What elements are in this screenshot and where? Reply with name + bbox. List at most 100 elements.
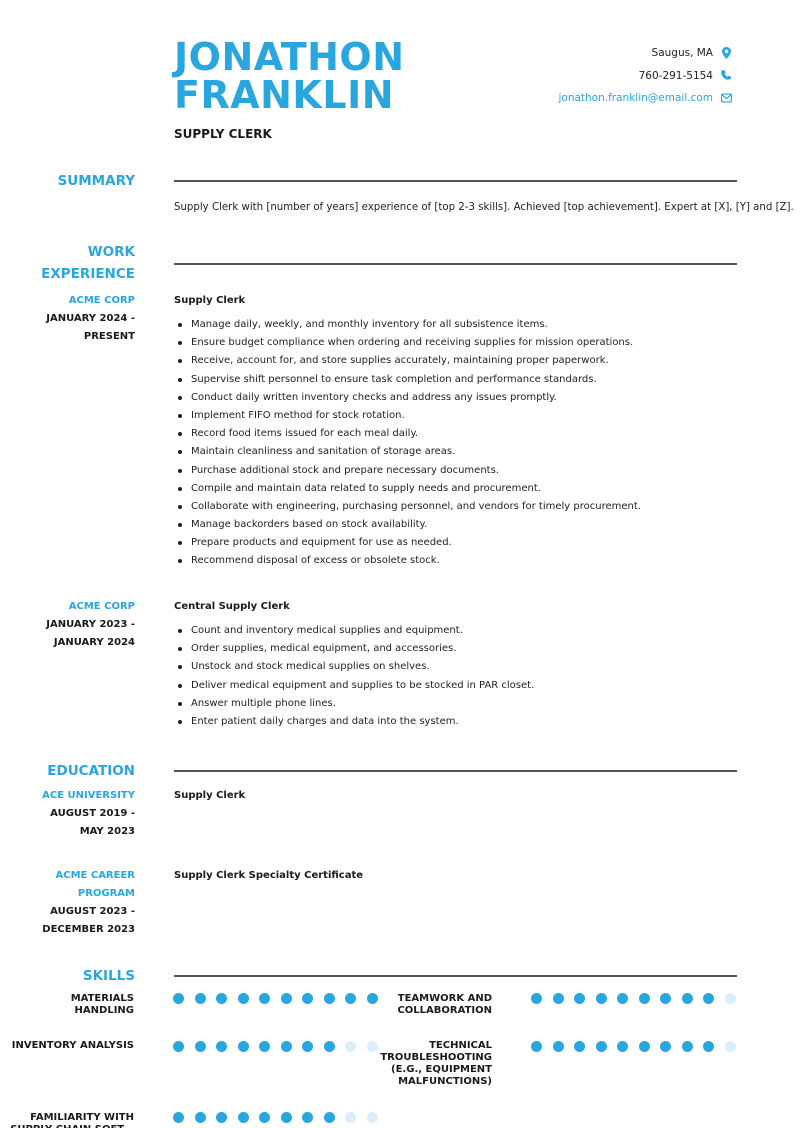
skill-rating [531,993,746,1004]
last-name: FRANKLIN [174,73,395,117]
education-dates: MAY 2023 [79,826,135,837]
skill-dot-filled [617,1041,628,1052]
skill-dot-filled [531,993,542,1004]
phone-icon [721,70,732,82]
skill-label-line: MATERIALS [70,993,134,1004]
skill-dot-filled [259,993,270,1004]
skill-dot-filled [216,993,227,1004]
bullet-item: Implement FIFO method for stock rotation… [174,409,641,427]
skill-dot-filled [302,993,313,1004]
skill-dot-filled [237,1112,249,1123]
section-divider [174,975,737,977]
skill-dot-filled [194,993,206,1004]
bullet-item: Ensure budget compliance when ordering a… [174,336,641,354]
skill-dot-filled [173,1112,184,1123]
skill-label-line: INVENTORY ANALYSIS [11,1040,134,1051]
contact-phone: 760-291-5154 [558,65,732,88]
skill-label-line: HANDLING [74,1005,134,1016]
company-name: ACME CORP [68,601,135,612]
skill-dot-filled [194,1041,206,1052]
section-title-education: EDUCATION [47,763,135,779]
contact-email[interactable]: jonathon.franklin@email.com [558,87,732,110]
skill-dot-filled [595,1041,607,1052]
skill-dot-filled [280,1041,292,1052]
bullet-item: Order supplies, medical equipment, and a… [174,642,534,660]
bullet-item: Conduct daily written inventory checks a… [174,391,641,409]
job-dates: JANUARY 2023 - [46,619,135,630]
bullet-item: Purchase additional stock and prepare ne… [174,464,641,482]
skill-dot-filled [595,993,607,1004]
skill-dot-filled [703,1041,714,1052]
skill-dot-filled [681,1041,693,1052]
skill-dot-filled [660,1041,671,1052]
skill-dot-filled [574,993,585,1004]
skill-dot-filled [323,1041,335,1052]
first-name: JONATHON [174,35,405,79]
envelope-icon [721,92,732,104]
job-dates: JANUARY 2024 [53,637,135,648]
skill-label: TEAMWORK AND COLLABORATION [397,993,492,1017]
section-title-work-experience: WORK EXPERIENCE [41,241,135,285]
section-divider [174,263,737,265]
summary-text: Supply Clerk with [number of years] expe… [174,202,794,213]
skill-dot-filled [259,1112,270,1123]
skill-dot-filled [531,1041,542,1052]
location-text: Saugus, MA [651,47,713,60]
skill-dot-empty [724,993,736,1004]
school-name: PROGRAM [77,888,135,899]
skill-label: TECHNICAL TROUBLESHOOTING (E.G., EQUIPMENT… [380,1040,492,1088]
skill-dot-filled [638,993,650,1004]
skill-dot-filled [323,993,335,1004]
skill-label: INVENTORY ANALYSIS [12,1040,134,1052]
section-divider [174,770,737,772]
bullet-item: Answer multiple phone lines. [174,697,534,715]
skill-dot-filled [552,1041,564,1052]
skill-dot-filled [259,1041,270,1052]
skill-dot-empty [345,1112,356,1123]
skill-dot-empty [724,1041,736,1052]
contact-location: Saugus, MA [558,42,732,65]
skill-dot-filled [216,1112,227,1123]
skill-dot-filled [237,1041,249,1052]
skill-dot-filled [194,1112,206,1123]
skill-dot-filled [173,993,184,1004]
skill-dot-empty [366,1112,378,1123]
skill-label-line: TEAMWORK AND [397,993,492,1004]
bullet-item: Recommend disposal of excess or obsolete… [174,554,641,572]
education-2-meta: ACME CAREER PROGRAM AUGUST 2023 - DECEMB… [42,867,135,939]
skill-dot-filled [237,993,249,1004]
section-title-line: WORK [87,244,135,260]
skill-rating [173,993,388,1004]
company-name: ACME CORP [68,295,135,306]
job-1-meta: ACME CORP JANUARY 2024 - PRESENT [46,292,135,346]
bullet-item: Enter patient daily charges and data int… [174,715,534,733]
skill-dot-filled [302,1112,313,1123]
job-role: Central Supply Clerk [174,601,290,612]
skill-dot-filled [703,993,714,1004]
bullet-item: Unstock and stock medical supplies on sh… [174,660,534,678]
skill-dot-filled [617,993,628,1004]
contact-block: Saugus, MA 760-291-5154 jonathon.frankli… [558,42,732,110]
skill-label-line: TROUBLESHOOTING [380,1052,492,1063]
skill-label-line: FAMILIARITY WITH [30,1112,134,1123]
skill-label-line: COLLABORATION [397,1005,492,1016]
skill-label: MATERIALS HANDLING [71,993,134,1017]
skill-dot-filled [552,993,564,1004]
section-title-skills: SKILLS [82,968,135,984]
skill-dot-filled [574,1041,585,1052]
skill-dot-empty [366,1041,378,1052]
education-dates: DECEMBER 2023 [42,924,135,935]
bullet-item: Collaborate with engineering, purchasing… [174,500,641,518]
education-dates: AUGUST 2023 - [50,906,135,917]
bullet-item: Receive, account for, and store supplies… [174,354,641,372]
skill-dot-filled [681,993,693,1004]
section-title-summary: SUMMARY [57,173,135,189]
degree-name: Supply Clerk [174,790,246,801]
skill-dot-filled [173,1041,184,1052]
bullet-item: Supervise shift personnel to ensure task… [174,373,641,391]
candidate-name: JONATHON FRANKLIN [174,38,405,114]
job-role: Supply Clerk [174,295,246,306]
skill-dot-filled [280,993,292,1004]
email-link[interactable]: jonathon.franklin@email.com [558,92,713,104]
skill-rating [173,1112,388,1123]
